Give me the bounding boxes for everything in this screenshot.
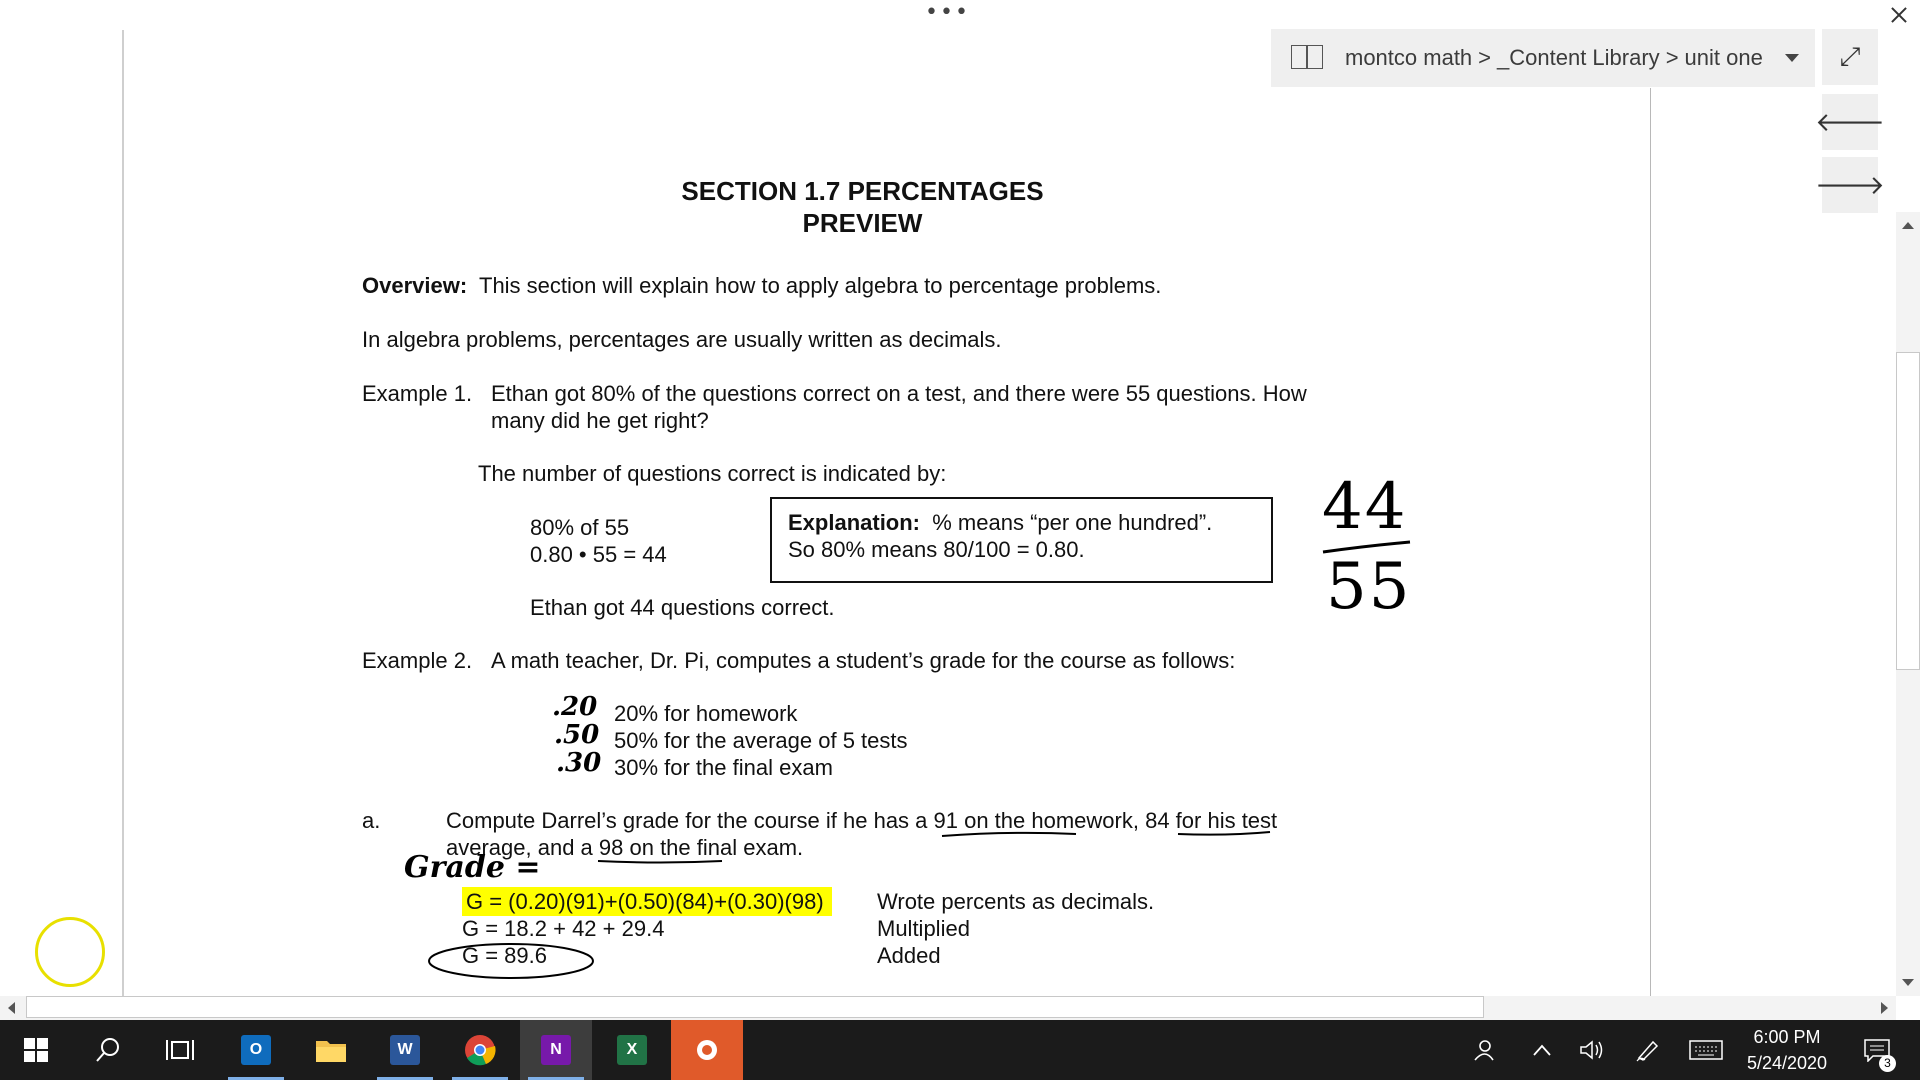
taskbar-app-outlook[interactable]: O (220, 1020, 292, 1080)
page-right-margin-line (1650, 88, 1651, 996)
people-button[interactable] (1462, 1020, 1504, 1080)
pen-workspace-button[interactable] (1628, 1020, 1668, 1080)
grade-weight-item: 50% for the average of 5 tests (614, 728, 908, 753)
section-title: SECTION 1.7 PERCENTAGES (681, 176, 1044, 206)
scroll-left-icon[interactable] (8, 1002, 15, 1014)
breadcrumb-separator: > (1665, 45, 1679, 70)
handwritten-decimal: .30 (556, 748, 602, 778)
arrow-left-icon: 🡐 (1815, 107, 1885, 138)
page-canvas[interactable]: SECTION 1.7 PERCENTAGES PREVIEW Overview… (0, 0, 1650, 996)
folder-icon (316, 1041, 346, 1062)
explanation-label: Explanation: (788, 510, 921, 535)
chevron-down-icon[interactable] (1784, 54, 1799, 62)
taskbar: O W N X 6:00 PM 5/24/2020 3 (0, 1020, 1920, 1080)
part-a-line1: Compute Darrel’s grade for the course if… (446, 807, 1277, 834)
overview-paragraph: Overview: This section will explain how … (362, 272, 1161, 299)
task-view-button[interactable] (144, 1020, 216, 1080)
chevron-up-icon (1533, 1044, 1551, 1056)
example2-label: Example 2. (362, 648, 473, 673)
taskbar-app-chrome[interactable] (444, 1020, 516, 1080)
volume-button[interactable] (1572, 1020, 1612, 1080)
example1-indicated: The number of questions correct is indic… (478, 461, 947, 486)
intro-text: In algebra problems, percentages are usu… (362, 327, 1002, 352)
breadcrumb-section[interactable]: unit one (1685, 45, 1763, 71)
vertical-scrollbar[interactable] (1896, 212, 1920, 996)
part-a-label: a. (362, 808, 381, 833)
handwritten-underline (941, 831, 1077, 837)
show-hidden-icons-button[interactable] (1524, 1020, 1560, 1080)
taskbar-app-word[interactable]: W (369, 1020, 441, 1080)
expand-icon: ⤢ (1839, 41, 1861, 72)
close-icon[interactable] (1884, 0, 1914, 30)
clock-time: 6:00 PM (1753, 1027, 1821, 1047)
pen-icon (1636, 1040, 1659, 1062)
horizontal-scrollbar[interactable] (0, 996, 1896, 1020)
example1-calc2: 0.80 • 55 = 44 (530, 542, 667, 567)
fullscreen-button[interactable]: ⤢ (1822, 29, 1878, 85)
record-icon (697, 1040, 717, 1060)
example1-line2: many did he get right? (491, 408, 709, 433)
handwritten-underline (1177, 831, 1271, 836)
speaker-icon (1580, 1040, 1603, 1060)
arrow-right-icon: 🡒 (1815, 170, 1885, 201)
part-a-line1-text: Compute Darrel’s grade for the course if… (446, 808, 934, 833)
taskbar-app-file-explorer[interactable] (295, 1020, 367, 1080)
scroll-up-icon[interactable] (1902, 222, 1914, 229)
grade-equation-2: G = 18.2 + 42 + 29.4 (462, 916, 665, 941)
handwritten-decimal: .50 (554, 720, 600, 750)
search-button[interactable] (72, 1020, 144, 1080)
example2-text: A math teacher, Dr. Pi, computes a stude… (491, 648, 1236, 673)
explanation-line1: % means “per one hundred”. (932, 510, 1213, 535)
explanation-box: Explanation: % means “per one hundred”. … (770, 497, 1273, 583)
example1-line1: Ethan got 80% of the questions correct o… (491, 381, 1307, 406)
windows-logo-icon (24, 1038, 48, 1062)
part-a-line2-end: . (797, 835, 804, 860)
handwritten-numerator: 44 (1322, 470, 1408, 544)
excel-icon: X (617, 1035, 647, 1065)
pen-cursor-ring (35, 917, 105, 987)
notification-count-badge: 3 (1879, 1055, 1896, 1072)
handwritten-underline (597, 860, 723, 864)
highlighted-equation: G = (0.20)(91)+(0.50)(84)+(0.30)(98) (462, 887, 832, 916)
handwritten-decimal: .20 (552, 692, 598, 722)
part-a-line1-sep: , (1132, 808, 1146, 833)
system-clock[interactable]: 6:00 PM 5/24/2020 (1722, 1020, 1852, 1080)
handwritten-grade-label: Grade = (404, 850, 541, 885)
overview-text: This section will explain how to apply a… (479, 273, 1162, 298)
grade-weight-item: 20% for homework (614, 701, 798, 726)
step-description-2: Multiplied (877, 916, 970, 941)
overview-label: Overview: (362, 273, 468, 298)
action-center-button[interactable]: 3 (1852, 1020, 1902, 1080)
vertical-scroll-thumb[interactable] (1896, 352, 1920, 670)
section-subtitle: PREVIEW (802, 208, 923, 238)
taskbar-app-excel[interactable]: X (596, 1020, 668, 1080)
forward-button[interactable]: 🡒 (1815, 157, 1885, 213)
example1-label: Example 1. (362, 381, 473, 406)
search-icon (96, 1038, 119, 1062)
example1-result: Ethan got 44 questions correct. (530, 595, 835, 620)
step-description-1: Wrote percents as decimals. (877, 889, 1155, 914)
chrome-icon (465, 1035, 496, 1066)
taskbar-app-recorder[interactable] (671, 1020, 743, 1080)
scroll-right-icon[interactable] (1881, 1002, 1888, 1014)
word-icon: W (390, 1035, 420, 1065)
outlook-icon: O (241, 1035, 271, 1065)
explanation-line2: So 80% means 80/100 = 0.80. (788, 537, 1085, 562)
grade-equation-1: G = (0.20)(91)+(0.50)(84)+(0.30)(98) (462, 887, 832, 916)
grade-weight-item: 30% for the final exam (614, 755, 833, 780)
start-button[interactable] (0, 1020, 72, 1080)
people-icon (1474, 1040, 1494, 1061)
task-view-icon (166, 1040, 194, 1060)
clock-date: 5/24/2020 (1746, 1053, 1828, 1073)
onenote-icon: N (541, 1035, 571, 1065)
taskbar-app-onenote[interactable]: N (520, 1020, 592, 1080)
step-description-3: Added (877, 943, 941, 968)
handwritten-circle (428, 943, 594, 979)
handwritten-denominator: 55 (1326, 550, 1412, 624)
horizontal-scroll-thumb[interactable] (26, 996, 1484, 1018)
scroll-down-icon[interactable] (1902, 979, 1914, 986)
keyboard-icon (1689, 1040, 1723, 1060)
example1-calc1: 80% of 55 (530, 515, 630, 540)
back-button[interactable]: 🡐 (1815, 94, 1885, 150)
